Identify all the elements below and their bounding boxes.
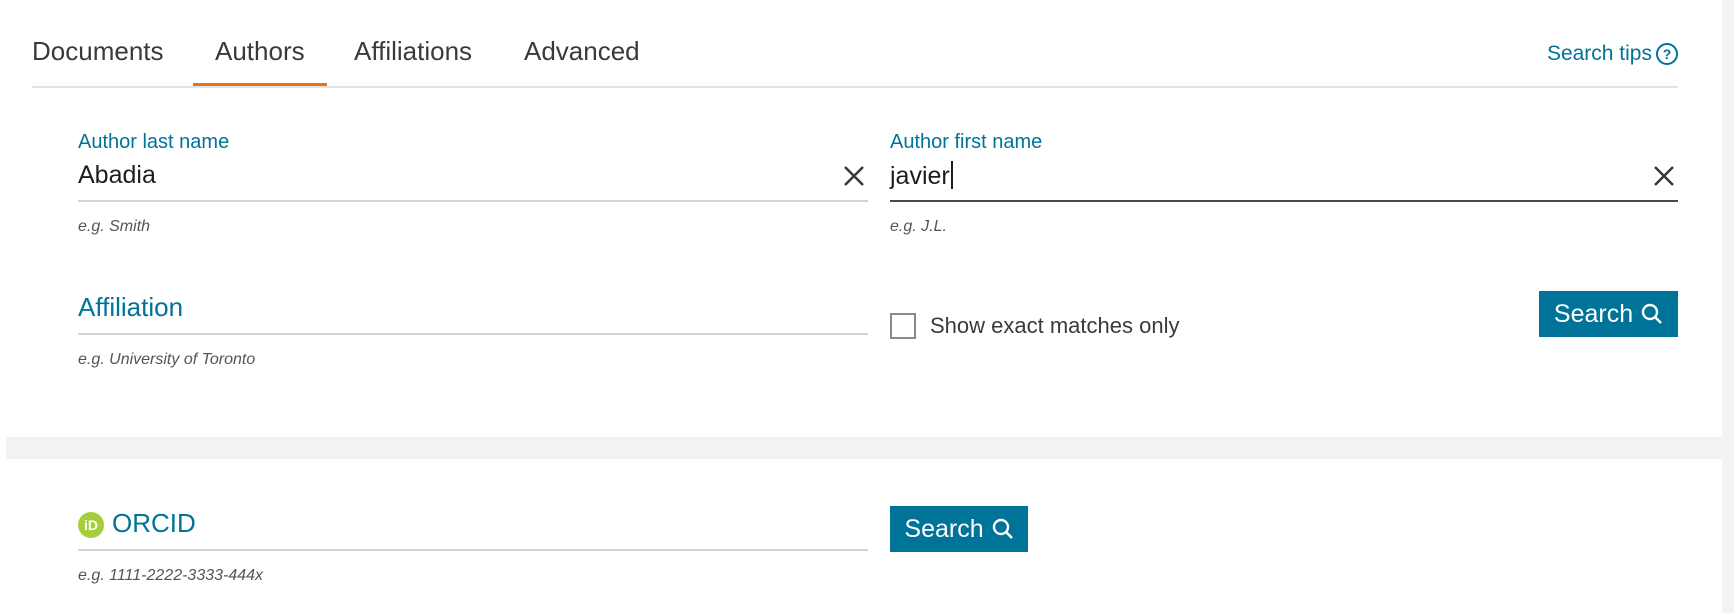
orcid-label: iD ORCID	[78, 508, 196, 539]
help-circle-icon: ?	[1656, 43, 1678, 65]
close-icon	[844, 166, 864, 186]
author-first-name-label: Author first name	[890, 131, 1043, 153]
affiliation-field[interactable]: Affiliation e.g. University of Toronto	[78, 290, 868, 390]
close-icon	[1654, 166, 1674, 186]
text-caret	[950, 161, 953, 189]
orcid-search-button[interactable]: Search	[890, 506, 1028, 552]
exact-matches-label: Show exact matches only	[930, 313, 1180, 338]
author-last-name-input[interactable]: Abadia	[78, 161, 156, 190]
author-first-name-input[interactable]: javier	[890, 161, 953, 191]
tab-advanced[interactable]: Advanced	[524, 36, 640, 84]
orcid-label-text: ORCID	[112, 508, 196, 538]
search-icon	[1641, 303, 1663, 324]
section-divider	[6, 437, 1722, 459]
clear-last-name-button[interactable]	[840, 162, 868, 190]
tab-authors[interactable]: Authors	[193, 36, 327, 86]
author-last-name-label: Author last name	[78, 131, 230, 153]
tab-documents[interactable]: Documents	[32, 36, 164, 84]
clear-first-name-button[interactable]	[1650, 162, 1678, 190]
author-first-name-value: javier	[890, 162, 950, 190]
author-search-button[interactable]: Search	[1539, 291, 1678, 337]
orcid-field[interactable]: iD ORCID e.g. 1111-2222-3333-444x	[78, 506, 868, 606]
orcid-icon: iD	[78, 512, 104, 539]
author-search-button-label: Search	[1553, 299, 1634, 328]
author-last-name-hint: e.g. Smith	[78, 218, 151, 235]
author-first-name-underline	[890, 200, 1678, 202]
author-first-name-field: Author first name javier e.g. J.L.	[890, 126, 1678, 246]
orcid-search-button-label: Search	[904, 514, 984, 543]
author-last-name-field: Author last name Abadia e.g. Smith	[78, 126, 868, 246]
affiliation-label: Affiliation	[78, 292, 184, 322]
author-first-name-hint: e.g. J.L.	[890, 218, 947, 235]
orcid-underline	[78, 549, 868, 551]
affiliation-hint: e.g. University of Toronto	[78, 351, 256, 368]
exact-matches-option[interactable]: Show exact matches only	[890, 313, 1179, 339]
author-search-page: Documents Authors Affiliations Advanced …	[0, 0, 1734, 613]
search-tabs: Documents Authors Affiliations Advanced …	[32, 0, 1678, 88]
search-icon	[992, 518, 1013, 539]
orcid-hint: e.g. 1111-2222-3333-444x	[78, 567, 264, 584]
affiliation-underline	[78, 333, 868, 335]
scrollbar-track[interactable]	[1722, 0, 1734, 613]
search-tips-label: Search tips	[1546, 42, 1652, 65]
search-tips-link[interactable]: Search tips ?	[1547, 42, 1678, 66]
author-last-name-underline	[78, 200, 868, 202]
exact-matches-checkbox[interactable]	[890, 313, 916, 339]
tab-affiliations[interactable]: Affiliations	[354, 36, 472, 84]
